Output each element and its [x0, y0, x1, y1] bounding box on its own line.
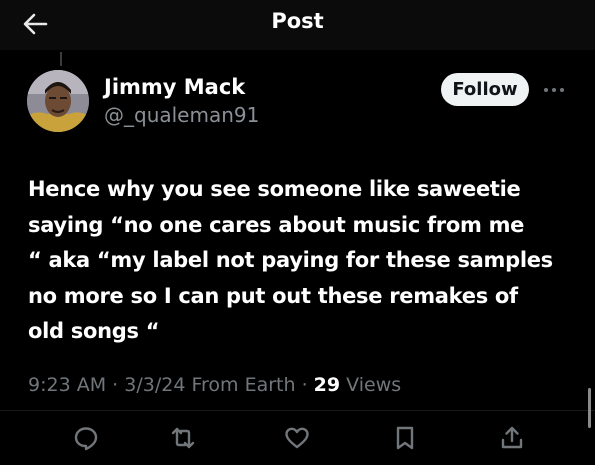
thread-line	[60, 52, 62, 66]
avatar[interactable]	[27, 70, 89, 132]
views-label: Views	[346, 374, 402, 396]
post-text-line: “ aka “my label not paying for these sam…	[28, 248, 553, 272]
scrollbar[interactable]	[588, 388, 591, 428]
meta-separator: ·	[301, 374, 308, 396]
author-handle[interactable]: @_qualeman91	[104, 103, 259, 127]
more-options-button[interactable]	[543, 86, 565, 94]
page-title: Post	[271, 9, 324, 33]
share-icon	[501, 426, 523, 449]
bookmark-button[interactable]	[391, 424, 419, 452]
reply-icon	[74, 427, 98, 451]
post-text-line: Hence why you see someone like saweetie	[28, 177, 521, 201]
post-date[interactable]: 3/3/24	[124, 374, 185, 396]
like-button[interactable]	[283, 424, 311, 452]
post-text: Hence why you see someone like saweetie …	[28, 172, 578, 350]
repost-icon	[171, 427, 195, 449]
post-text-line: no more so I can put out these remakes o…	[28, 283, 518, 308]
post-meta: 9:23 AM · 3/3/24 From Earth · 29 Views	[28, 374, 401, 396]
divider	[0, 410, 595, 411]
views-count[interactable]: 29	[314, 374, 340, 396]
bookmark-icon	[396, 426, 414, 450]
share-button[interactable]	[498, 424, 526, 452]
post-time[interactable]: 9:23 AM	[28, 374, 106, 396]
post-text-line: saying “no one cares about music from me	[28, 212, 525, 237]
post-text-line: old songs “	[28, 319, 160, 343]
follow-button[interactable]: Follow	[441, 73, 529, 106]
reply-button[interactable]	[72, 424, 100, 452]
heart-icon	[285, 427, 309, 449]
top-bar: Post	[0, 0, 595, 50]
meta-separator: ·	[112, 374, 119, 396]
author-display-name[interactable]: Jimmy Mack	[104, 75, 245, 99]
repost-button[interactable]	[169, 424, 197, 452]
post-source: From Earth	[191, 374, 296, 396]
avatar-photo	[27, 70, 89, 132]
more-horizontal-icon	[544, 88, 564, 92]
